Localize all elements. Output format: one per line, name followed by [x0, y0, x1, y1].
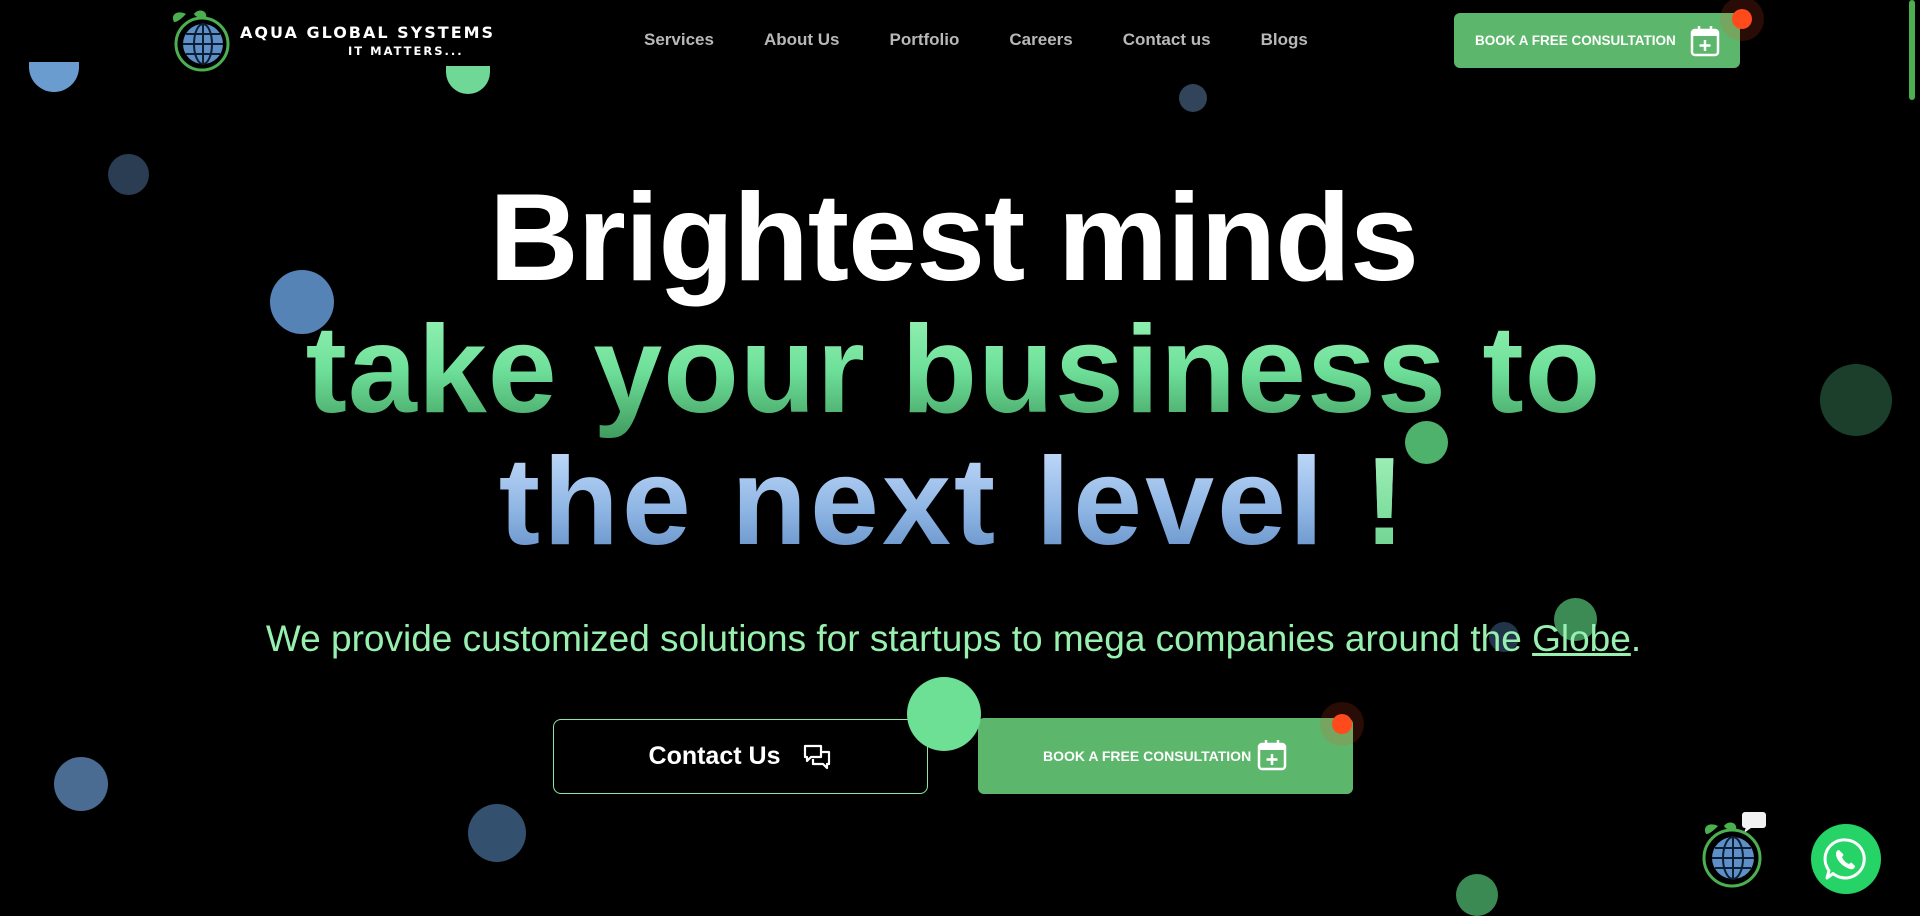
whatsapp-icon	[1823, 838, 1866, 880]
hero-heading-line2: take your business to	[0, 300, 1907, 440]
calendar-plus-icon	[1690, 26, 1720, 57]
scrollbar-track[interactable]	[1907, 0, 1920, 916]
site-header: AQUA GLOBAL SYSTEMS IT MATTERS... Servic…	[0, 0, 1920, 86]
bubble	[468, 804, 526, 862]
hero-subtitle: We provide customized solutions for star…	[0, 618, 1907, 660]
notification-dot	[1332, 714, 1352, 734]
globe-link[interactable]: Globe	[1532, 618, 1631, 659]
bubble	[1179, 84, 1207, 112]
hero-subtitle-end: .	[1630, 618, 1642, 659]
hero-subtitle-text: We provide customized solutions for star…	[265, 618, 1533, 659]
calendar-plus-icon	[1257, 740, 1287, 771]
nav-item-blogs[interactable]: Blogs	[1261, 30, 1308, 50]
chat-bubbles-icon	[804, 744, 831, 769]
hero-heading-line1: Brightest minds	[489, 169, 1419, 307]
hero-heading-line3: the next level !	[0, 432, 1907, 572]
book-consultation-button[interactable]: BOOK A FREE CONSULTATION	[978, 714, 1353, 794]
bubble	[54, 757, 108, 811]
contact-us-button[interactable]: Contact Us	[553, 719, 928, 794]
hero-heading-line3-text: the next level	[498, 433, 1327, 571]
brand-name: AQUA GLOBAL SYSTEMS	[240, 22, 496, 42]
bubble	[1456, 874, 1498, 916]
globe-chatbot-icon[interactable]	[1700, 812, 1770, 892]
brand-tagline: IT MATTERS...	[348, 43, 464, 58]
book-consultation-label: BOOK A FREE CONSULTATION	[1043, 748, 1252, 764]
nav-item-careers[interactable]: Careers	[1009, 30, 1072, 50]
hero-exclamation: !	[1363, 433, 1409, 571]
contact-us-label: Contact Us	[648, 742, 781, 770]
nav-item-contact-us[interactable]: Contact us	[1123, 30, 1211, 50]
main-nav: Services About Us Portfolio Careers Cont…	[644, 30, 1358, 50]
header-consultation-button[interactable]: BOOK A FREE CONSULTATION	[1454, 9, 1752, 68]
notification-dot	[1732, 9, 1752, 29]
whatsapp-button[interactable]	[1811, 824, 1881, 894]
logo[interactable]: AQUA GLOBAL SYSTEMS IT MATTERS...	[166, 8, 495, 72]
header-consultation-label: BOOK A FREE CONSULTATION	[1475, 33, 1676, 48]
globe-logo-icon	[172, 10, 230, 72]
nav-item-portfolio[interactable]: Portfolio	[890, 30, 960, 50]
nav-item-about-us[interactable]: About Us	[764, 30, 840, 50]
nav-item-services[interactable]: Services	[644, 30, 714, 50]
